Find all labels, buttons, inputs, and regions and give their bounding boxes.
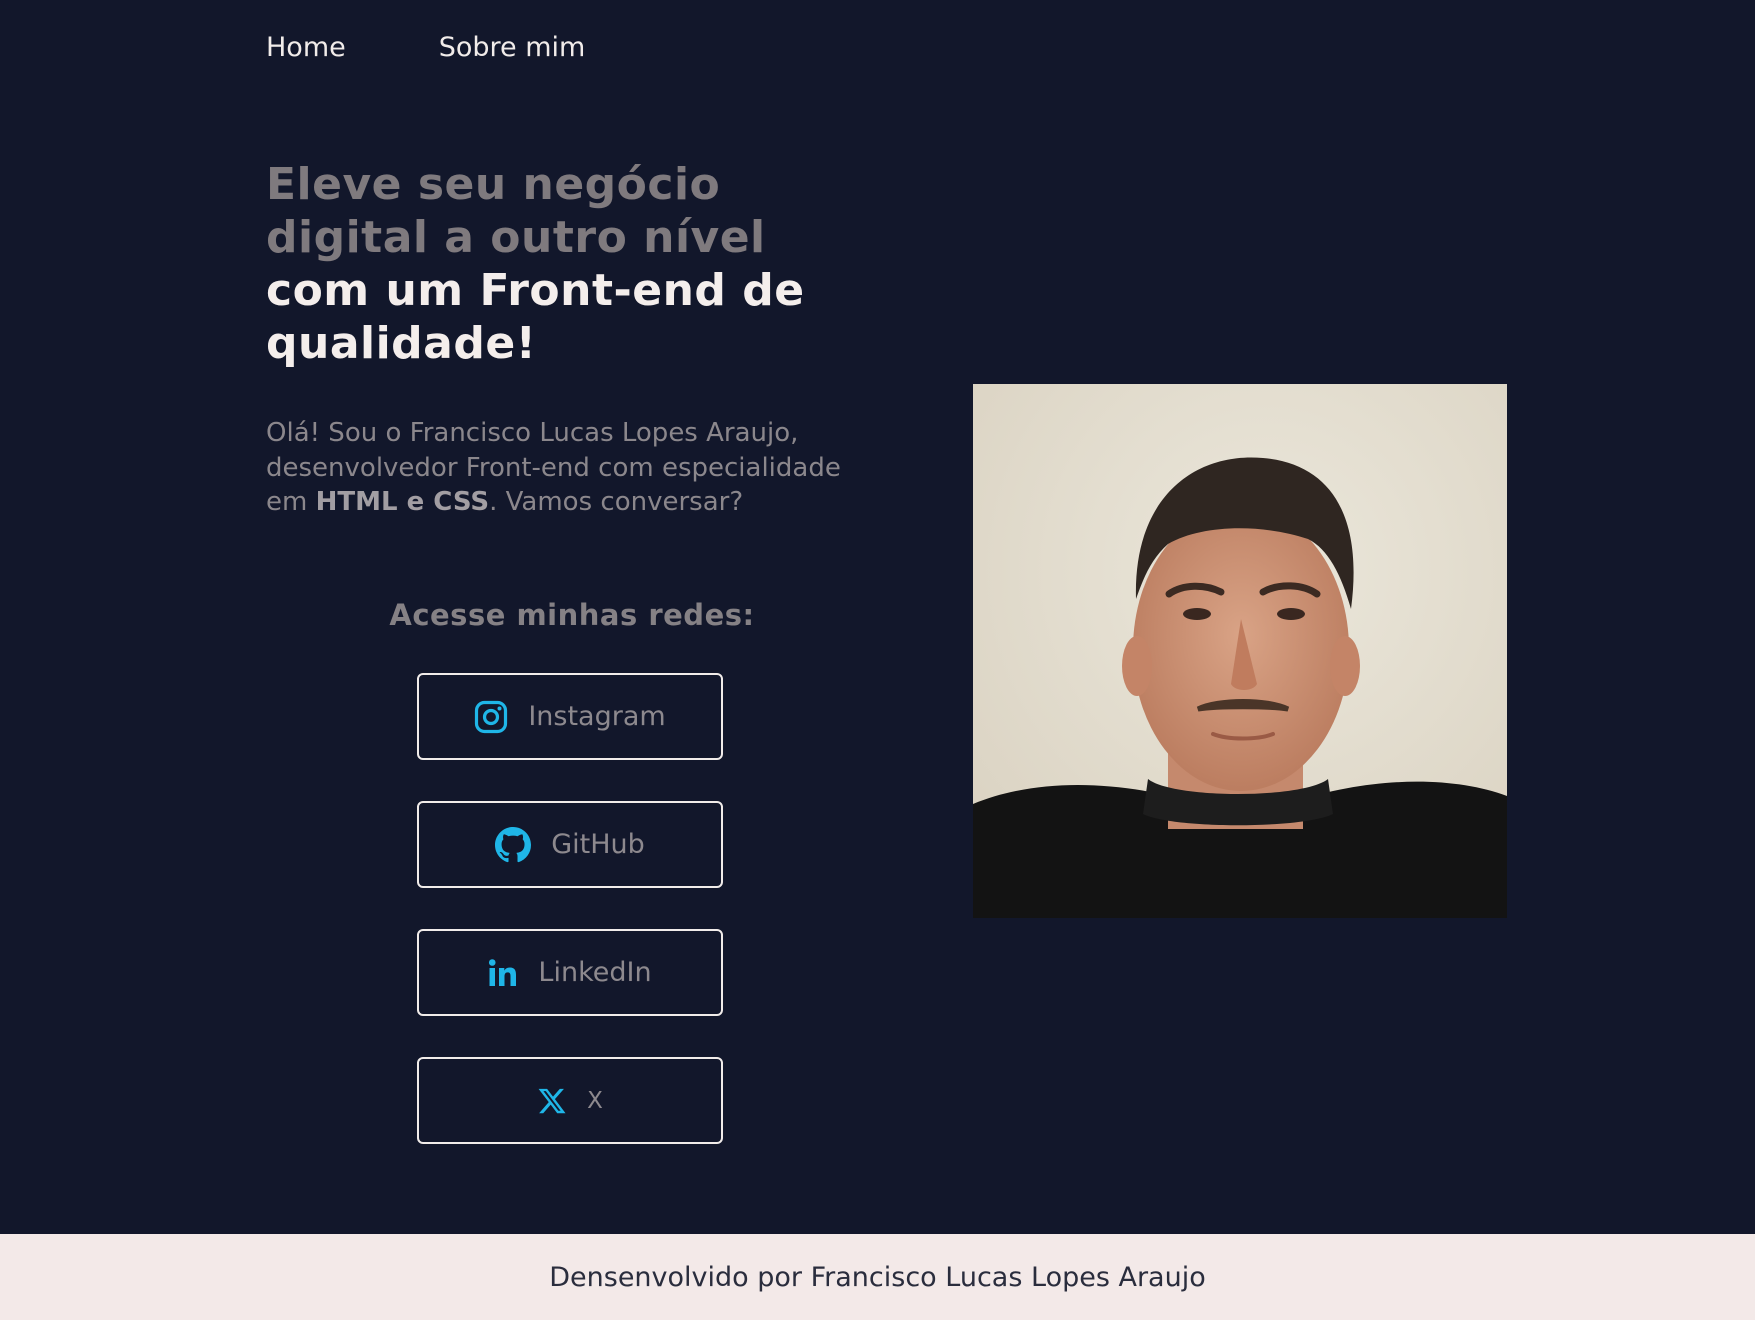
linkedin-button[interactable]: LinkedIn	[417, 929, 723, 1016]
github-button[interactable]: GitHub	[417, 801, 723, 888]
hero-title-line-4: qualidade!	[266, 318, 537, 369]
github-label: GitHub	[551, 829, 645, 860]
top-nav: Home Sobre mim	[266, 32, 585, 63]
github-icon	[495, 826, 532, 863]
linkedin-label: LinkedIn	[538, 957, 652, 988]
linkedin-icon	[488, 958, 518, 988]
intro-highlight: HTML e CSS	[315, 487, 490, 517]
hero-title-line-1: Eleve seu negócio	[266, 159, 721, 210]
x-label: X	[587, 1087, 603, 1114]
hero-title-line-3: com um Front-end de	[266, 265, 805, 316]
x-icon	[537, 1086, 567, 1116]
footer-credit: Densenvolvido por Francisco Lucas Lopes …	[549, 1261, 1206, 1293]
hero-title: Eleve seu negócio digital a outro nível …	[266, 158, 906, 370]
instagram-label: Instagram	[528, 701, 666, 732]
nav-about-link[interactable]: Sobre mim	[439, 32, 586, 63]
intro-paragraph: Olá! Sou o Francisco Lucas Lopes Araujo,…	[266, 416, 866, 520]
profile-photo	[973, 384, 1507, 918]
instagram-button[interactable]: Instagram	[417, 673, 723, 760]
footer: Densenvolvido por Francisco Lucas Lopes …	[0, 1234, 1755, 1320]
intro-text-end: . Vamos conversar?	[489, 487, 744, 517]
instagram-icon	[474, 700, 508, 734]
social-heading: Acesse minhas redes:	[389, 598, 755, 632]
nav-home-link[interactable]: Home	[266, 32, 346, 63]
x-button[interactable]: X	[417, 1057, 723, 1144]
hero-title-line-2: digital a outro nível	[266, 212, 766, 263]
